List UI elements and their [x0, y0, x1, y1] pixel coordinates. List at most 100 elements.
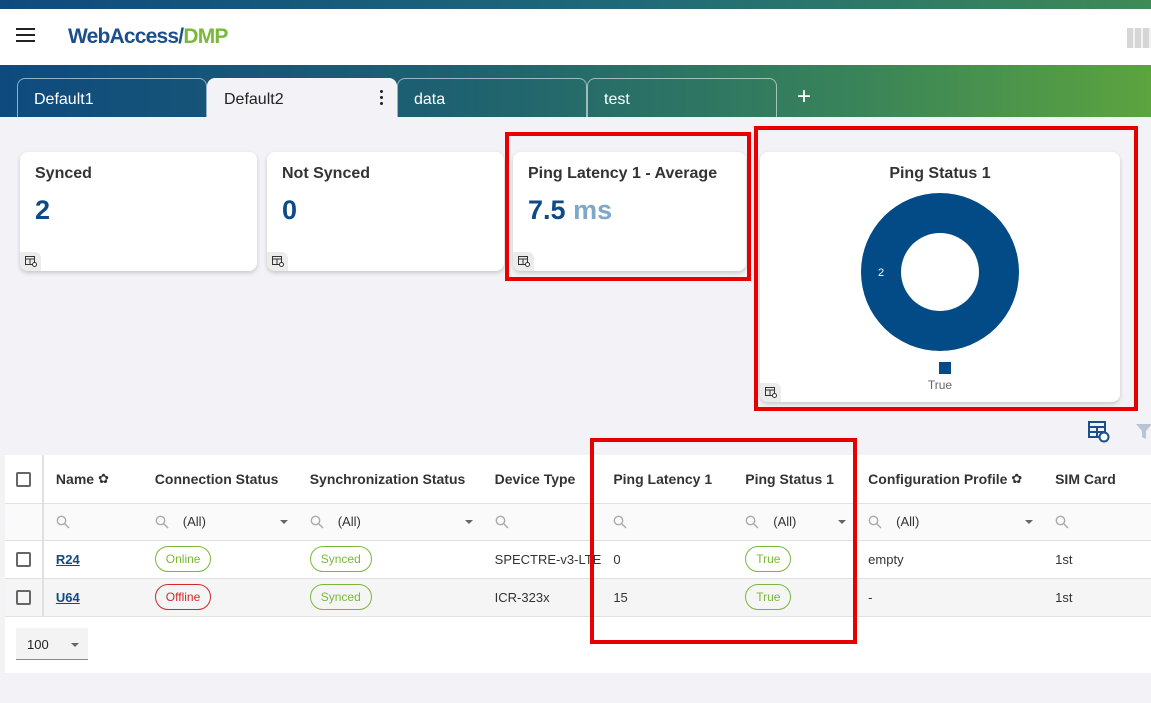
widget-synced: Synced 2: [20, 152, 257, 271]
tab-data[interactable]: data: [397, 78, 587, 117]
table-row[interactable]: R24 Online Synced SPECTRE-v3-LTE 0 True …: [5, 540, 1151, 579]
page-size-select[interactable]: 100: [16, 628, 88, 660]
cell-configuration-profile: -: [856, 578, 1044, 617]
column-header-ping-latency[interactable]: Ping Latency 1: [601, 455, 734, 504]
tab-default2[interactable]: Default2: [207, 78, 397, 117]
table-settings-icon[interactable]: [267, 252, 288, 271]
app-logo: WebAccess/DMP: [68, 25, 228, 49]
tab-default1[interactable]: Default1: [17, 78, 207, 117]
widget-title: Not Synced: [282, 165, 371, 182]
widget-title: Synced: [35, 165, 92, 182]
column-header-sim-card[interactable]: SIM Card: [1043, 455, 1151, 504]
column-label: Ping Status 1: [745, 470, 834, 487]
top-accent-strip: [0, 0, 1151, 9]
table-row[interactable]: U64 Offline Synced ICR-323x 15 True - 1s…: [5, 578, 1151, 617]
cell-ping-status: True: [733, 578, 857, 617]
cell-name: U64: [42, 578, 143, 617]
cell-ping-status: True: [733, 540, 857, 579]
column-header-synchronization-status[interactable]: Synchronization Status: [297, 455, 483, 504]
filter-icon[interactable]: [1135, 423, 1151, 446]
select-all-checkbox[interactable]: [15, 472, 31, 488]
legend-swatch-true[interactable]: [939, 362, 951, 374]
device-link[interactable]: U64: [56, 590, 80, 605]
status-badge: Synced: [309, 584, 372, 610]
logo-accent-text: DMP: [183, 25, 228, 48]
table-settings-icon[interactable]: [20, 252, 41, 271]
widget-value: 7.5 ms: [528, 195, 612, 226]
gear-icon[interactable]: ✿: [1011, 471, 1022, 487]
column-header-name[interactable]: Name ✿: [42, 455, 143, 504]
value-unit: ms: [573, 195, 613, 225]
table-settings-icon[interactable]: [513, 252, 534, 271]
column-label: SIM Card: [1055, 470, 1116, 487]
column-header-device-type[interactable]: Device Type: [482, 455, 602, 504]
column-label: Ping Latency 1: [613, 470, 713, 487]
data-label: 2: [878, 267, 884, 279]
donut-slice-true[interactable]: [861, 193, 1019, 351]
search-icon: [495, 515, 509, 528]
row-checkbox[interactable]: [15, 590, 31, 606]
chart-title: Ping Status 1: [889, 165, 991, 182]
search-icon: [868, 515, 882, 528]
tab-label: test: [604, 91, 630, 108]
column-header-connection-status[interactable]: Connection Status: [142, 455, 298, 504]
filter-row: (All) (All) (All) (All): [5, 503, 1151, 541]
search-icon: [310, 515, 324, 528]
widget-value: 2: [35, 195, 51, 225]
status-badge: True: [745, 584, 792, 610]
legend-label-true[interactable]: True: [760, 378, 1120, 392]
user-avatar[interactable]: [1127, 28, 1151, 48]
dropdown-caret-icon: [71, 643, 79, 647]
dropdown-caret-icon[interactable]: [464, 520, 473, 524]
cell-connection-status: Offline: [142, 578, 298, 617]
column-chooser-icon[interactable]: [1088, 421, 1110, 448]
search-icon: [56, 515, 70, 528]
cell-device-type: SPECTRE-v3-LTE: [482, 540, 602, 579]
donut-chart: 2: [861, 193, 1019, 351]
status-badge: True: [745, 546, 792, 572]
search-icon: [155, 515, 169, 528]
device-link[interactable]: R24: [56, 552, 80, 567]
filter-device-type[interactable]: [482, 503, 602, 541]
cell-device-type: ICR-323x: [482, 578, 602, 617]
cell-sim-card: 1st: [1043, 578, 1151, 617]
value-number: 7.5: [528, 195, 566, 225]
row-checkbox[interactable]: [15, 552, 31, 568]
column-label: Configuration Profile: [868, 470, 1008, 487]
row-select-cell: [5, 578, 44, 617]
filter-value: (All): [896, 514, 920, 529]
dropdown-caret-icon[interactable]: [838, 520, 847, 524]
column-label: Device Type: [494, 470, 576, 487]
widget-ping-status: Ping Status 1 2 True: [760, 152, 1120, 402]
column-label: Connection Status: [154, 470, 279, 487]
more-options-icon[interactable]: [380, 90, 384, 108]
widget-ping-latency-average: Ping Latency 1 - Average 7.5 ms: [513, 152, 746, 271]
dashboard-tabs: Default1 Default2 data test +: [0, 65, 1151, 117]
search-icon: [613, 515, 627, 528]
tab-test[interactable]: test: [587, 78, 777, 117]
cell-ping-latency: 0: [601, 540, 734, 579]
menu-icon[interactable]: [16, 28, 35, 44]
filter-name[interactable]: [42, 503, 143, 541]
page-size-value: 100: [27, 637, 49, 652]
table-settings-icon[interactable]: [760, 383, 781, 402]
filter-sim-card[interactable]: [1043, 503, 1151, 541]
gear-icon[interactable]: ✿: [98, 471, 109, 487]
widget-value: 0: [282, 195, 298, 225]
dropdown-caret-icon[interactable]: [1025, 520, 1034, 524]
search-icon: [745, 515, 759, 528]
filter-synchronization-status[interactable]: (All): [297, 503, 483, 541]
dropdown-caret-icon[interactable]: [279, 520, 288, 524]
cell-configuration-profile: empty: [856, 540, 1044, 579]
filter-ping-status[interactable]: (All): [733, 503, 857, 541]
add-tab-button[interactable]: +: [797, 85, 811, 109]
status-badge: Synced: [309, 546, 372, 572]
column-header-ping-status[interactable]: Ping Status 1: [733, 455, 857, 504]
tab-label: Default2: [224, 91, 284, 108]
filter-configuration-profile[interactable]: (All): [856, 503, 1044, 541]
column-header-configuration-profile[interactable]: Configuration Profile ✿: [856, 455, 1044, 504]
filter-ping-latency[interactable]: [601, 503, 734, 541]
widget-title: Ping Latency 1 - Average: [528, 165, 718, 182]
filter-connection-status[interactable]: (All): [142, 503, 298, 541]
cell-sim-card: 1st: [1043, 540, 1151, 579]
